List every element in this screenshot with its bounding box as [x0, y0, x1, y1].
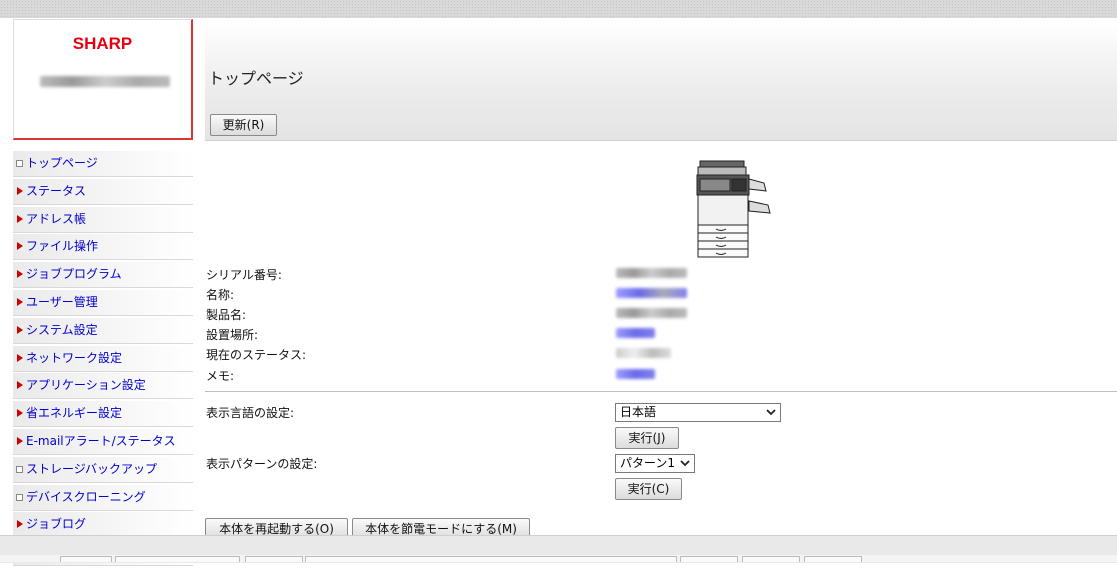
- sidebar-item-label: E-mailアラート/ステータス: [26, 433, 176, 448]
- bullet-square-icon: [16, 465, 23, 473]
- sidebar-nav: トップページ ステータスアドレス帳ファイル操作ジョブプログラム ユーザー管理 システム…: [13, 151, 193, 568]
- sidebar-item-label: ネットワーク設定: [26, 350, 123, 365]
- taskbar-button[interactable]: [305, 556, 677, 562]
- sidebar-item[interactable]: デバイスクローニング: [13, 484, 193, 511]
- language-setting-label: 表示言語の設定:: [206, 406, 295, 420]
- sidebar-item-label: 省エネルギー設定: [26, 406, 123, 421]
- language-select[interactable]: 日本語: [615, 403, 781, 422]
- taskbar-button[interactable]: [742, 556, 800, 562]
- arrow-right-icon: [17, 242, 23, 251]
- arrow-right-icon: [17, 353, 23, 362]
- language-select-value: 日本語: [620, 405, 657, 419]
- taskbar-button[interactable]: [680, 556, 738, 562]
- sidebar-item-label: ファイル操作: [26, 239, 99, 254]
- arrow-right-icon: [17, 186, 23, 195]
- sidebar-item-label: ユーザー管理: [26, 294, 98, 309]
- sidebar-item[interactable]: ステータス: [13, 178, 193, 205]
- arrow-right-icon: [17, 325, 23, 334]
- current-status-value: [616, 348, 671, 358]
- brand-logo: SHARP: [72, 34, 133, 53]
- sidebar-item[interactable]: ファイル操作: [13, 234, 193, 261]
- sidebar-item[interactable]: システム設定: [13, 317, 193, 344]
- memo-label: メモ:: [206, 369, 235, 383]
- bullet-square-icon: [16, 160, 23, 167]
- taskbar-button[interactable]: [804, 556, 862, 562]
- taskbar-button[interactable]: [115, 556, 240, 562]
- page-header: トップページ 更新(R): [205, 19, 1117, 141]
- chevron-down-icon: [766, 409, 776, 416]
- sidebar-item-label: ストレージバックアップ: [26, 461, 158, 476]
- arrow-right-icon: [17, 409, 23, 418]
- display-pattern-select[interactable]: パターン1: [615, 454, 695, 473]
- sidebar-item-label: ジョブログ: [26, 517, 87, 532]
- sidebar-item-label: ジョブプログラム: [26, 267, 122, 282]
- sidebar-item[interactable]: アプリケーション設定: [13, 373, 193, 400]
- serial-number-value: [616, 268, 687, 278]
- chevron-down-icon: [680, 460, 690, 467]
- sidebar-item[interactable]: ユーザー管理: [13, 289, 193, 316]
- location-value: [616, 328, 655, 338]
- model-name-redacted: [40, 76, 170, 87]
- sidebar-item[interactable]: トップページ: [13, 151, 193, 177]
- arrow-right-icon: [17, 381, 23, 390]
- sidebar-item-label: アプリケーション設定: [26, 378, 146, 393]
- page-title: トップページ: [208, 69, 304, 88]
- sidebar-item[interactable]: ジョブプログラム: [13, 262, 193, 289]
- arrow-right-icon: [17, 436, 23, 445]
- display-pattern-label: 表示パターンの設定:: [206, 457, 318, 471]
- sidebar-item[interactable]: 省エネルギー設定: [13, 401, 193, 428]
- sidebar-item-label: アドレス帳: [26, 211, 87, 226]
- product-name-label: 製品名:: [206, 308, 247, 322]
- serial-number-label: シリアル番号:: [206, 268, 282, 282]
- sidebar-item-label: システム設定: [26, 322, 98, 337]
- browser-top-strip: [0, 0, 1117, 18]
- product-name-value: [616, 308, 687, 318]
- taskbar-button[interactable]: [60, 556, 112, 562]
- current-status-label: 現在のステータス:: [206, 348, 307, 362]
- display-pattern-apply-button[interactable]: 実行(C): [615, 478, 682, 500]
- memo-value: [616, 369, 655, 379]
- arrow-right-icon: [17, 270, 23, 279]
- sidebar-item-label: ステータス: [26, 183, 87, 198]
- location-label: 設置場所:: [206, 328, 259, 342]
- device-name-value: [616, 288, 687, 298]
- refresh-button[interactable]: 更新(R): [210, 114, 277, 136]
- arrow-right-icon: [17, 214, 23, 223]
- logo-panel: SHARP: [13, 19, 193, 140]
- device-name-label: 名称:: [206, 288, 235, 302]
- bullet-square-icon: [16, 493, 23, 501]
- sidebar-item-label: トップページ: [26, 156, 98, 170]
- sidebar-item-label: デバイスクローニング: [26, 489, 146, 504]
- arrow-right-icon: [17, 520, 23, 529]
- section-divider: [205, 391, 1117, 392]
- arrow-right-icon: [17, 297, 23, 306]
- sidebar-item[interactable]: ネットワーク設定: [13, 345, 193, 372]
- sidebar-item[interactable]: アドレス帳: [13, 206, 193, 233]
- sidebar-item[interactable]: E-mailアラート/ステータス: [13, 428, 193, 455]
- display-pattern-value: パターン1: [620, 456, 676, 470]
- taskbar-button[interactable]: [245, 556, 303, 562]
- language-apply-button[interactable]: 実行(J): [615, 427, 679, 449]
- printer-image: [696, 160, 771, 258]
- sidebar-item[interactable]: ストレージバックアップ: [13, 456, 193, 483]
